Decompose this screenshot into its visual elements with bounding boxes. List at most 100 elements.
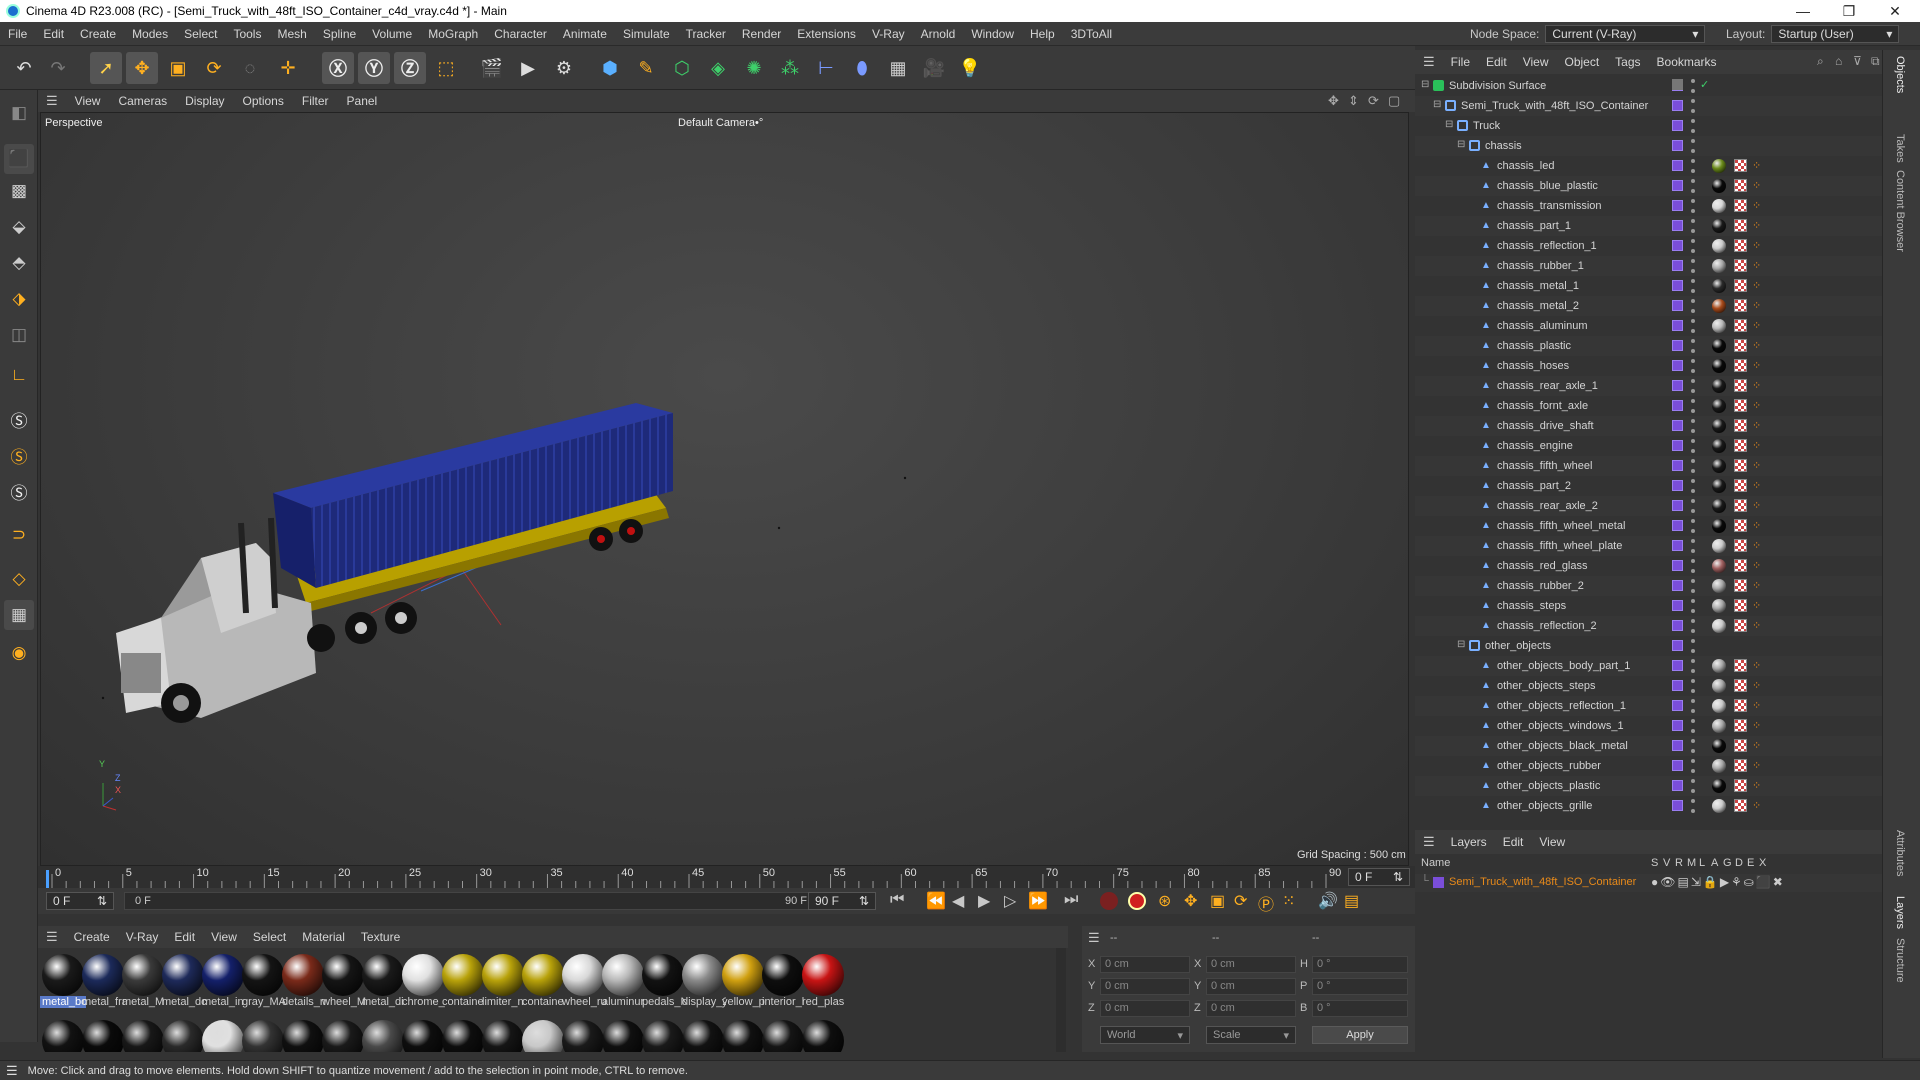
undo-icon[interactable]: ↶	[8, 52, 40, 84]
floor-scene-icon[interactable]: ▦	[882, 52, 914, 84]
object-row[interactable]: ▲ chassis_plastic ⁘	[1415, 336, 1882, 356]
uvw-tag-icon[interactable]	[1734, 759, 1747, 772]
next-key-icon[interactable]: ⏩	[1028, 891, 1048, 911]
cube-primitive-icon[interactable]: ⬢	[594, 52, 626, 84]
uvw-tag-icon[interactable]	[1734, 279, 1747, 292]
play-icon[interactable]: ▶	[978, 891, 990, 911]
object-menu-tags[interactable]: Tags	[1607, 55, 1648, 69]
menu-create[interactable]: Create	[72, 27, 124, 41]
menu-volume[interactable]: Volume	[364, 27, 420, 41]
uvw-tag-icon[interactable]	[1734, 719, 1747, 732]
menu-select[interactable]: Select	[176, 27, 225, 41]
material-tag-icon[interactable]	[1712, 679, 1726, 693]
layer-name[interactable]: Semi_Truck_with_48ft_ISO_Container	[1449, 876, 1636, 888]
extrude-generator-icon[interactable]: ◈	[702, 52, 734, 84]
viewport-menu-view[interactable]: View	[66, 94, 110, 108]
visibility-dots-icon[interactable]	[1691, 339, 1695, 353]
coordinate-space-dropdown[interactable]: World ▾	[1100, 1026, 1190, 1044]
render-settings-icon[interactable]: ⚙	[548, 52, 580, 84]
layer-color-swatch[interactable]	[1672, 460, 1683, 471]
uvw-tag-icon[interactable]	[1734, 379, 1747, 392]
object-name[interactable]: chassis	[1485, 140, 1522, 152]
hamburger-icon[interactable]: ☰	[1415, 834, 1443, 850]
layer-color-swatch[interactable]	[1672, 400, 1683, 411]
object-name[interactable]: Semi_Truck_with_48ft_ISO_Container	[1461, 100, 1648, 112]
object-row[interactable]: ▲ chassis_led ⁘	[1415, 156, 1882, 176]
close-button[interactable]: ✕	[1872, 0, 1918, 22]
object-name[interactable]: other_objects	[1485, 640, 1551, 652]
uvw-tag-icon[interactable]	[1734, 499, 1747, 512]
solo-icon[interactable]: Ⓢ	[4, 404, 34, 434]
visibility-dots-icon[interactable]	[1691, 459, 1695, 473]
menu-render[interactable]: Render	[734, 27, 789, 41]
redo-icon[interactable]: ↷	[42, 52, 74, 84]
record-keys-icon[interactable]	[1100, 892, 1118, 910]
vray-tag-icon[interactable]: ⁘	[1752, 800, 1762, 812]
material-tag-icon[interactable]	[1712, 619, 1726, 633]
light-icon[interactable]: 💡	[954, 52, 986, 84]
vray-tag-icon[interactable]: ⁘	[1752, 320, 1762, 332]
material-menu-view[interactable]: View	[203, 930, 245, 944]
object-name[interactable]: other_objects_rubber	[1497, 760, 1601, 772]
vray-tag-icon[interactable]: ⁘	[1752, 780, 1762, 792]
object-row[interactable]: ▲ other_objects_body_part_1 ⁘	[1415, 656, 1882, 676]
rotate-tool-icon[interactable]: ⟳	[198, 52, 230, 84]
layer-color-swatch[interactable]	[1672, 560, 1683, 571]
object-row[interactable]: ▲ chassis_rubber_1 ⁘	[1415, 256, 1882, 276]
object-row[interactable]: ▲ other_objects_grille ⁘	[1415, 796, 1882, 816]
current-frame-field[interactable]: 0 F ⇅	[1348, 868, 1410, 886]
axis-mode-icon[interactable]: ∟	[4, 360, 34, 390]
object-name[interactable]: chassis_aluminum	[1497, 320, 1587, 332]
viewport-menu-cameras[interactable]: Cameras	[109, 94, 176, 108]
viewport-rotate-icon[interactable]: ⟳	[1368, 93, 1379, 109]
layer-color-swatch[interactable]	[1672, 360, 1683, 371]
material-menu-texture[interactable]: Texture	[353, 930, 408, 944]
object-name[interactable]: chassis_plastic	[1497, 340, 1571, 352]
material-swatch[interactable]	[800, 1018, 846, 1052]
prev-key-icon[interactable]: ⏪	[926, 891, 946, 911]
object-row[interactable]: ▲ chassis_blue_plastic ⁘	[1415, 176, 1882, 196]
viewport-menu-panel[interactable]: Panel	[338, 94, 387, 108]
object-name[interactable]: chassis_rubber_1	[1497, 260, 1584, 272]
pen-spline-icon[interactable]: ✎	[630, 52, 662, 84]
vray-tag-icon[interactable]: ⁘	[1752, 160, 1762, 172]
layer-color-swatch[interactable]	[1672, 600, 1683, 611]
visibility-dots-icon[interactable]	[1691, 759, 1695, 773]
material-tag-icon[interactable]	[1712, 239, 1726, 253]
generator-edit-icon[interactable]	[1672, 79, 1683, 90]
visibility-dots-icon[interactable]	[1691, 539, 1695, 553]
layer-color-swatch[interactable]	[1672, 680, 1683, 691]
layer-color-swatch[interactable]	[1672, 420, 1683, 431]
goto-end-icon[interactable]: ⏭	[1064, 891, 1078, 909]
visibility-dots-icon[interactable]	[1691, 239, 1695, 253]
visibility-dots-icon[interactable]	[1691, 579, 1695, 593]
material-tag-icon[interactable]	[1712, 279, 1726, 293]
viewport-menu-options[interactable]: Options	[234, 94, 293, 108]
vray-tag-icon[interactable]: ⁘	[1752, 220, 1762, 232]
visibility-dots-icon[interactable]	[1691, 699, 1695, 713]
object-row[interactable]: ▲ chassis_hoses ⁘	[1415, 356, 1882, 376]
key-rotation-icon[interactable]: ⟳	[1234, 891, 1247, 911]
object-name[interactable]: chassis_fifth_wheel	[1497, 460, 1592, 472]
object-row[interactable]: ▲ other_objects_black_metal ⁘	[1415, 736, 1882, 756]
material-menu-vray[interactable]: V-Ray	[118, 930, 167, 944]
visibility-dots-icon[interactable]	[1691, 119, 1695, 133]
key-scale-icon[interactable]: ▣	[1210, 891, 1225, 911]
visibility-dots-icon[interactable]	[1691, 559, 1695, 573]
position-z-field[interactable]: 0 cm	[1100, 1000, 1190, 1017]
object-row[interactable]: ▲ other_objects_rubber ⁘	[1415, 756, 1882, 776]
object-name[interactable]: chassis_reflection_1	[1497, 240, 1597, 252]
vray-tag-icon[interactable]: ⁘	[1752, 600, 1762, 612]
vray-tag-icon[interactable]: ⁘	[1752, 540, 1762, 552]
size-y-field[interactable]: 0 cm	[1206, 978, 1296, 995]
layer-color-swatch[interactable]	[1672, 540, 1683, 551]
material-menu-edit[interactable]: Edit	[166, 930, 203, 944]
uvw-tag-icon[interactable]	[1734, 219, 1747, 232]
object-name[interactable]: other_objects_plastic	[1497, 780, 1600, 792]
uvw-tag-icon[interactable]	[1734, 599, 1747, 612]
viewport-menu-filter[interactable]: Filter	[293, 94, 338, 108]
vray-tag-icon[interactable]: ⁘	[1752, 680, 1762, 692]
material-tag-icon[interactable]	[1712, 399, 1726, 413]
uvw-tag-icon[interactable]	[1734, 699, 1747, 712]
object-menu-object[interactable]: Object	[1556, 55, 1607, 69]
